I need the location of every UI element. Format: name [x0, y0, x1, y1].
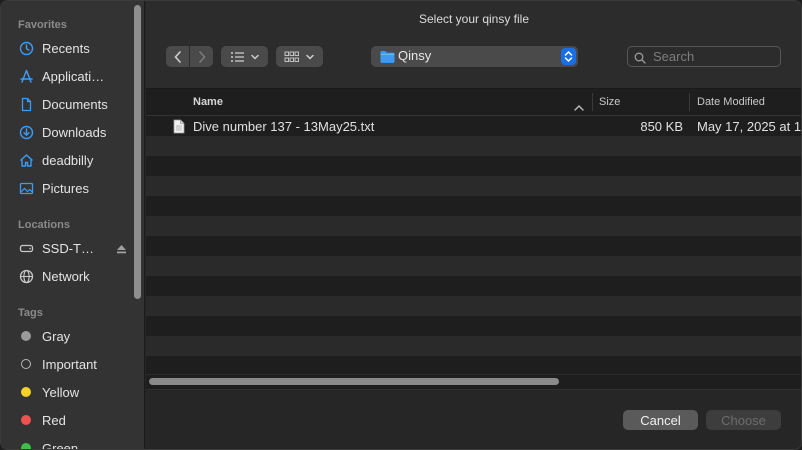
file-open-dialog: Favorites Recents Applicati… Documents D…: [0, 0, 802, 450]
download-icon: [18, 124, 34, 140]
horizontal-scrollbar[interactable]: [146, 374, 801, 389]
empty-row: [146, 276, 801, 296]
sidebar: Favorites Recents Applicati… Documents D…: [1, 1, 145, 450]
sidebar-tag-important[interactable]: Important: [18, 353, 132, 375]
file-list: Name Size Date Modified Dive number 137 …: [146, 89, 802, 389]
choose-button[interactable]: Choose: [706, 410, 781, 430]
empty-row: [146, 256, 801, 276]
file-size: 850 KB: [640, 118, 683, 134]
back-button[interactable]: [166, 46, 189, 67]
sidebar-item-label: Pictures: [42, 180, 89, 196]
column-header: Name Size Date Modified: [146, 89, 801, 116]
sidebar-item-downloads[interactable]: Downloads: [18, 121, 132, 143]
forward-button[interactable]: [190, 46, 213, 67]
location-name: Qinsy: [398, 48, 432, 63]
file-rows: Dive number 137 - 13May25.txt 850 KB May…: [146, 116, 802, 376]
drive-icon: [18, 240, 34, 256]
cancel-button[interactable]: Cancel: [623, 410, 698, 430]
text-file-icon: [173, 116, 185, 136]
empty-row: [146, 156, 801, 176]
empty-row: [146, 176, 801, 196]
sidebar-item-label: Network: [42, 268, 90, 284]
tag-dot-icon: [18, 440, 34, 449]
sidebar-item-applications[interactable]: Applicati…: [18, 65, 132, 87]
empty-row: [146, 316, 801, 336]
file-date: May 17, 2025 at 1: [697, 118, 802, 134]
sidebar-tag-green[interactable]: Green: [18, 437, 132, 450]
sidebar-item-recents[interactable]: Recents: [18, 37, 132, 59]
sidebar-item-documents[interactable]: Documents: [18, 93, 132, 115]
search-icon: [634, 51, 646, 69]
favorites-header: Favorites: [18, 19, 67, 31]
home-icon: [18, 152, 34, 168]
tag-label: Yellow: [42, 384, 80, 400]
tag-label: Green: [42, 440, 79, 450]
column-date-modified[interactable]: Date Modified: [697, 89, 801, 115]
sidebar-item-label: Recents: [42, 40, 90, 56]
column-size[interactable]: Size: [599, 89, 689, 115]
tag-label: Red: [42, 412, 66, 428]
tags-header: Tags: [18, 307, 43, 319]
tag-dot-icon: [18, 412, 34, 428]
tag-dot-icon: [18, 328, 34, 344]
dialog-footer: Cancel Choose: [146, 389, 801, 449]
location-popup[interactable]: Qinsy: [371, 46, 578, 67]
folder-icon: [380, 50, 395, 68]
sidebar-item-network[interactable]: Network: [18, 265, 132, 287]
sort-ascending-icon: [574, 98, 584, 116]
sidebar-item-home[interactable]: deadbilly: [18, 149, 132, 171]
applications-icon: [18, 68, 34, 84]
sidebar-tag-yellow[interactable]: Yellow: [18, 381, 132, 403]
list-view-icon: [230, 51, 259, 62]
tag-label: Important: [42, 356, 97, 372]
empty-row: [146, 236, 801, 256]
view-list-button[interactable]: [221, 46, 268, 67]
nav-buttons: [166, 46, 213, 67]
eject-icon[interactable]: [116, 242, 127, 254]
locations-header: Locations: [18, 219, 70, 231]
window-title: Select your qinsy file: [418, 12, 530, 26]
sidebar-tag-gray[interactable]: Gray: [18, 325, 132, 347]
search-field[interactable]: [627, 46, 781, 67]
pictures-icon: [18, 180, 34, 196]
sidebar-item-label: Applicati…: [42, 68, 105, 84]
globe-icon: [18, 268, 34, 284]
sidebar-item-pictures[interactable]: Pictures: [18, 177, 132, 199]
view-grid-button[interactable]: [276, 46, 323, 67]
sidebar-item-label: deadbilly: [42, 152, 94, 168]
clock-icon: [18, 40, 34, 56]
empty-row: [146, 336, 801, 356]
search-input[interactable]: [653, 48, 775, 65]
tag-dot-icon: [18, 356, 34, 372]
scrollbar-thumb[interactable]: [149, 378, 559, 385]
tag-dot-icon: [18, 384, 34, 400]
sidebar-item-label: Documents: [42, 96, 108, 112]
chevron-right-icon: [198, 50, 206, 63]
column-name[interactable]: Name: [193, 89, 593, 115]
sidebar-scrollbar[interactable]: [134, 5, 141, 299]
popup-stepper-icon: [561, 48, 576, 65]
empty-row: [146, 196, 801, 216]
empty-row: [146, 216, 801, 236]
sidebar-item-label: SSD-T…: [42, 240, 94, 256]
empty-row: [146, 296, 801, 316]
sidebar-item-label: Downloads: [42, 124, 107, 140]
chevron-left-icon: [173, 50, 181, 63]
sidebar-tag-red[interactable]: Red: [18, 409, 132, 431]
tag-label: Gray: [42, 328, 71, 344]
sidebar-item-ssd[interactable]: SSD-T…: [18, 237, 132, 259]
table-row[interactable]: Dive number 137 - 13May25.txt 850 KB May…: [146, 116, 802, 136]
grid-view-icon: [284, 51, 314, 62]
empty-row: [146, 356, 801, 376]
file-name: Dive number 137 - 13May25.txt: [193, 118, 375, 134]
document-icon: [18, 96, 34, 112]
empty-row: [146, 136, 801, 156]
toolbar: Select your qinsy file Qinsy Search: [146, 1, 801, 89]
